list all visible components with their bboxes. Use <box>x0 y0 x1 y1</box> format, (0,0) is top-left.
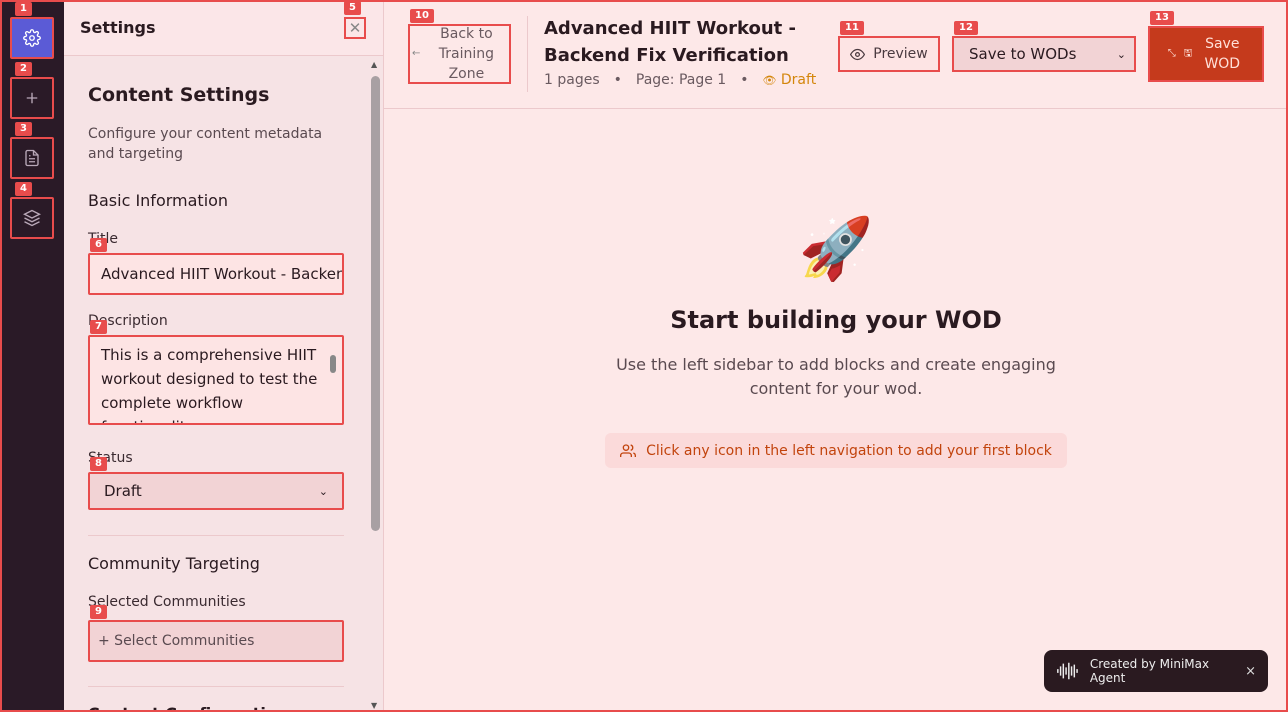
panel-title: Settings <box>80 18 156 37</box>
layers-icon <box>23 209 41 227</box>
description-textarea[interactable]: This is a comprehensive HIIT workout des… <box>88 335 344 425</box>
marker-13: 13 <box>1150 11 1174 25</box>
content-settings-desc: Configure your content metadata and targ… <box>88 126 323 162</box>
eye-icon: 👁 <box>762 74 777 87</box>
expand-icon: ⤡ <box>1167 48 1176 59</box>
textarea-scrollbar[interactable] <box>328 341 340 421</box>
scroll-thumb[interactable] <box>371 76 380 531</box>
settings-panel: Settings ✕ Content Settings Configure yo… <box>64 0 384 712</box>
save-icon: 🖫 <box>1183 48 1193 59</box>
status-select[interactable]: Draft ⌄ <box>88 472 344 510</box>
save-destination-select[interactable]: Save to WODs ⌄ <box>952 36 1136 72</box>
marker-2: 2 <box>15 62 32 76</box>
section-divider <box>88 535 344 536</box>
panel-body: Content Settings Configure your content … <box>64 56 368 712</box>
pages-rail-button[interactable] <box>10 137 54 179</box>
communities-label: Selected Communities <box>88 594 246 610</box>
gear-icon <box>23 29 41 47</box>
icon-rail <box>0 0 64 712</box>
status-badge-label: Draft <box>780 72 817 88</box>
select-communities-button[interactable]: + Select Communities <box>88 620 344 662</box>
preview-button[interactable]: Preview <box>838 36 940 72</box>
chevron-down-icon: ⌄ <box>318 484 328 498</box>
marker-8: 8 <box>90 457 107 471</box>
scroll-up-icon: ▲ <box>371 60 378 69</box>
close-icon: ✕ <box>348 18 362 37</box>
hint-text: Click any icon in the left navigation to… <box>646 442 1052 459</box>
back-button-label: Back to Training Zone <box>438 26 495 82</box>
layers-rail-button[interactable] <box>10 197 54 239</box>
content-config-title: Content Configuration <box>88 704 288 712</box>
eye-icon <box>850 48 866 60</box>
plus-icon <box>26 92 38 104</box>
marker-5: 5 <box>344 1 361 15</box>
panel-scrollbar[interactable]: ▲ ▼ <box>368 58 384 712</box>
hint-banner: Click any icon in the left navigation to… <box>605 433 1067 468</box>
meta-separator: • <box>613 72 622 88</box>
description-text: This is a comprehensive HIIT workout des… <box>101 346 318 423</box>
back-to-training-zone-button[interactable]: ← Back to Training Zone <box>408 24 511 84</box>
marker-1: 1 <box>15 2 32 16</box>
save-wod-label: Save WOD <box>1204 36 1241 72</box>
marker-12: 12 <box>954 21 978 35</box>
page-indicator: Page: Page 1 <box>635 72 727 88</box>
marker-9: 9 <box>90 605 107 619</box>
section-divider-2 <box>88 686 344 687</box>
rocket-icon: 🚀 <box>798 214 874 284</box>
settings-rail-button[interactable] <box>10 17 54 59</box>
marker-6: 6 <box>90 238 107 252</box>
created-by-label: Created by MiniMax Agent <box>1089 657 1210 685</box>
marker-11: 11 <box>840 21 864 35</box>
marker-4: 4 <box>15 182 32 196</box>
content-settings-title: Content Settings <box>88 84 270 106</box>
header-divider <box>527 16 528 92</box>
chevron-down-icon: ⌄ <box>1116 47 1126 61</box>
created-by-badge[interactable]: Created by MiniMax Agent × <box>1044 650 1268 692</box>
empty-heading: Start building your WOD <box>670 306 1002 334</box>
community-targeting-title: Community Targeting <box>88 554 260 573</box>
scroll-down-icon: ▼ <box>371 701 378 710</box>
empty-canvas: 🚀 Start building your WOD Use the left s… <box>384 110 1288 510</box>
marker-10: 10 <box>410 9 434 23</box>
marker-3: 3 <box>15 122 32 136</box>
close-panel-button[interactable]: ✕ <box>344 17 366 39</box>
close-badge-icon[interactable]: × <box>1245 664 1256 679</box>
save-destination-value: Save to WODs <box>969 45 1077 63</box>
basic-info-title: Basic Information <box>88 191 229 210</box>
panel-header: Settings <box>64 0 383 56</box>
marker-7: 7 <box>90 320 107 334</box>
add-block-rail-button[interactable] <box>10 77 54 119</box>
wod-meta: 1 pages • Page: Page 1 • 👁 Draft <box>544 72 816 88</box>
status-select-value: Draft <box>104 482 142 500</box>
title-input[interactable]: Advanced HIIT Workout - Backend Fix Veri… <box>88 253 344 295</box>
save-wod-button[interactable]: ⤡ 🖫 Save WOD <box>1148 26 1264 82</box>
wod-title: Advanced HIIT Workout - Backend Fix Veri… <box>544 18 797 66</box>
status-badge: 👁 Draft <box>762 72 816 88</box>
meta-separator: • <box>740 72 749 88</box>
users-icon <box>620 443 637 457</box>
waveform-icon <box>1057 662 1078 680</box>
arrow-left-icon: ← <box>412 48 421 59</box>
empty-subtext: Use the left sidebar to add blocks and c… <box>616 355 1056 398</box>
preview-label: Preview <box>873 46 928 62</box>
document-icon <box>25 149 39 167</box>
pages-count: 1 pages <box>544 72 600 88</box>
